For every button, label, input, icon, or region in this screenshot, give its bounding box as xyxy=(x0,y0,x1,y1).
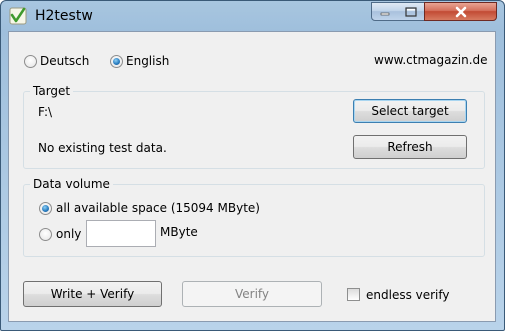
minimize-icon xyxy=(380,12,390,15)
close-button[interactable] xyxy=(424,2,497,21)
minimize-button[interactable] xyxy=(371,2,399,21)
app-window: H2testw Deutsch English www.ctmagazin.de xyxy=(0,0,505,331)
h2testw-check-icon xyxy=(9,7,27,25)
window-title: H2testw xyxy=(35,8,93,24)
radio-deutsch[interactable] xyxy=(24,55,37,68)
radio-deutsch-label[interactable]: Deutsch xyxy=(40,54,89,68)
radio-english[interactable] xyxy=(110,55,123,68)
write-verify-button[interactable]: Write + Verify xyxy=(23,281,162,307)
mbyte-unit-label: MByte xyxy=(160,225,198,239)
refresh-button[interactable]: Refresh xyxy=(353,135,467,159)
target-group-title: Target xyxy=(30,84,74,98)
endless-verify-label[interactable]: endless verify xyxy=(366,288,450,302)
title-bar[interactable]: H2testw xyxy=(1,1,504,31)
dialog-client-area: Deutsch English www.ctmagazin.de Target … xyxy=(8,31,496,322)
target-status: No existing test data. xyxy=(38,141,167,155)
data-volume-group-title: Data volume xyxy=(30,177,113,191)
close-icon xyxy=(455,6,466,17)
select-target-button[interactable]: Select target xyxy=(353,99,467,123)
radio-only-label[interactable]: only xyxy=(56,227,81,241)
maximize-button[interactable] xyxy=(398,2,425,21)
maximize-icon xyxy=(405,6,417,17)
radio-all-space[interactable] xyxy=(39,202,52,215)
radio-english-label[interactable]: English xyxy=(126,54,169,68)
only-mbyte-input[interactable] xyxy=(86,220,156,247)
website-label: www.ctmagazin.de xyxy=(374,53,488,67)
radio-only[interactable] xyxy=(39,228,52,241)
target-path: F:\ xyxy=(38,105,53,119)
radio-all-space-label[interactable]: all available space (15094 MByte) xyxy=(56,201,260,215)
endless-verify-checkbox[interactable] xyxy=(347,288,360,301)
verify-button[interactable]: Verify xyxy=(182,281,322,307)
